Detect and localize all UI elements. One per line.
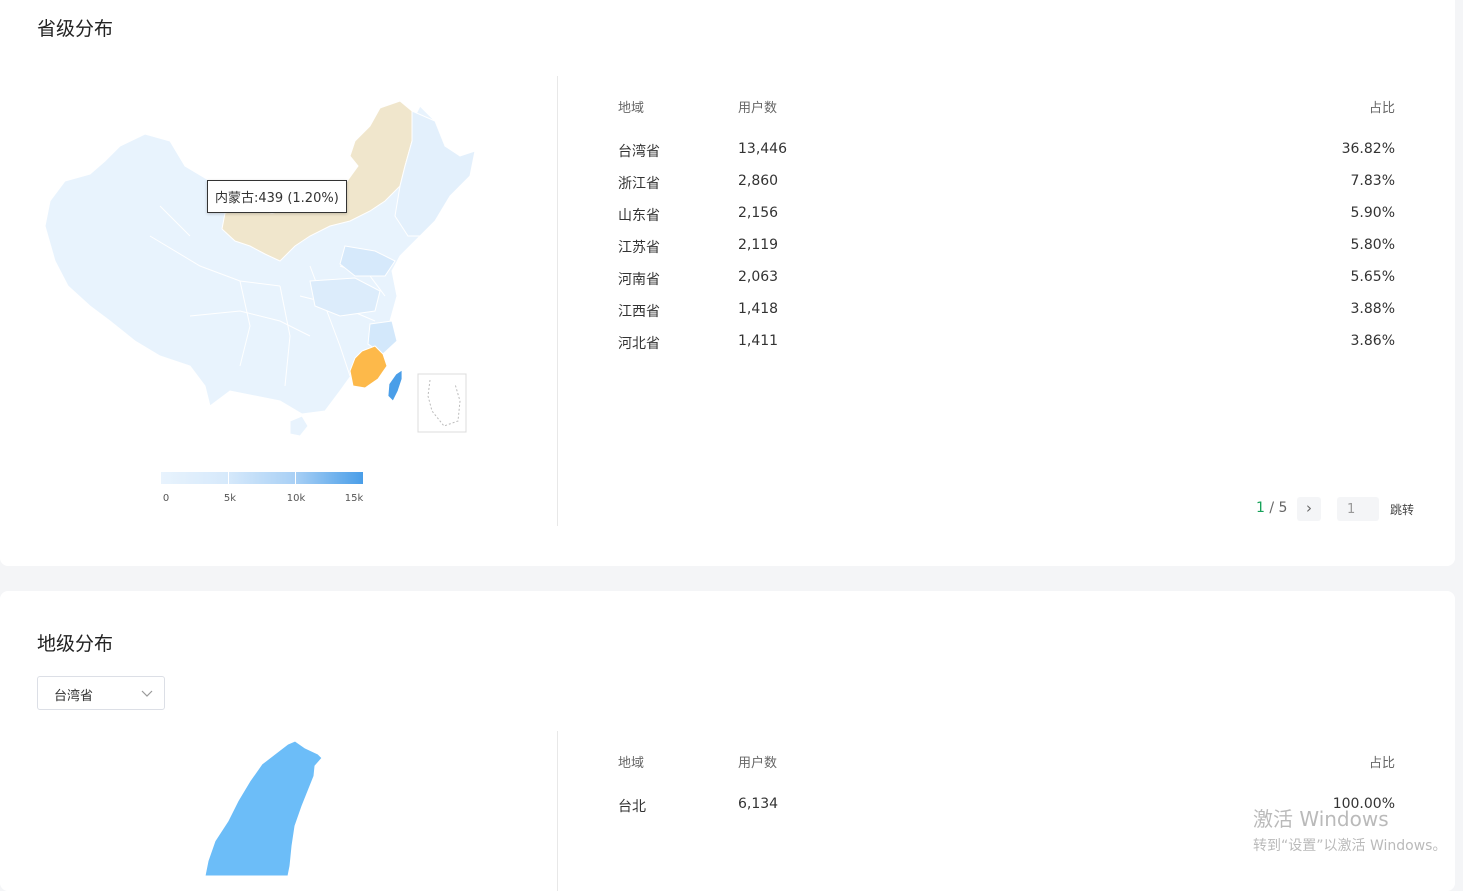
province-select-value: 台湾省 [54, 689, 94, 704]
city-distribution-card: 地级分布 台湾省 地域 用户数 占比 台北 6,134 100.00% [0, 591, 1455, 891]
row-users: 2,156 [738, 205, 779, 221]
map-tooltip: 内蒙古:439 (1.20%) [207, 180, 347, 213]
table-row: 台湾省 13,446 36.82% [618, 141, 1395, 173]
header-pct: 占比 [1368, 101, 1395, 116]
row-region: 河南省 [618, 272, 660, 288]
page-count: 1 / 5 [1256, 500, 1287, 516]
header-region: 地域 [618, 101, 645, 116]
legend-tick: 10k [286, 493, 306, 504]
province-section-title: 省级分布 [37, 18, 114, 40]
row-region: 浙江省 [618, 176, 660, 192]
header-region: 地域 [618, 756, 645, 771]
legend-color-scale[interactable] [161, 472, 363, 484]
row-pct: 36.82% [1341, 141, 1395, 157]
row-users: 1,418 [738, 301, 779, 317]
table-row: 江西省 1,418 3.88% [618, 301, 1395, 333]
row-pct: 7.83% [1350, 173, 1395, 189]
next-page-button[interactable]: › [1297, 497, 1321, 521]
row-region: 台湾省 [618, 144, 660, 160]
row-users: 1,411 [738, 333, 779, 349]
row-pct: 3.86% [1350, 333, 1395, 349]
row-users: 6,134 [738, 796, 779, 812]
province-taiwan[interactable] [387, 369, 403, 402]
watermark-line2: 转到“设置”以激活 Windows。 [1253, 838, 1447, 854]
city-section-title: 地级分布 [37, 633, 114, 655]
row-users: 2,119 [738, 237, 779, 253]
section-divider [557, 731, 558, 891]
row-pct: 5.65% [1350, 269, 1395, 285]
row-region: 山东省 [618, 208, 660, 224]
table-row: 河南省 2,063 5.65% [618, 269, 1395, 301]
legend-ticks: 0 5k 10k 15k [161, 493, 363, 507]
watermark-line1: 激活 Windows [1253, 807, 1389, 831]
province-hainan[interactable] [289, 415, 309, 437]
header-pct: 占比 [1368, 756, 1395, 771]
row-region: 江西省 [618, 304, 660, 320]
row-users: 13,446 [738, 141, 787, 157]
section-divider [557, 76, 558, 526]
row-region: 河北省 [618, 336, 660, 352]
table-header: 地域 用户数 占比 [618, 752, 1395, 796]
legend-tick: 15k [344, 493, 364, 504]
jump-button[interactable]: 跳转 [1390, 501, 1414, 518]
taiwan-city-map[interactable] [190, 736, 340, 876]
china-province-map[interactable] [40, 96, 490, 446]
row-pct: 3.88% [1350, 301, 1395, 317]
total-pages: / 5 [1269, 500, 1288, 516]
row-users: 2,063 [738, 269, 779, 285]
legend-tick: 0 [162, 493, 170, 504]
table-row: 山东省 2,156 5.90% [618, 205, 1395, 237]
header-users: 用户数 [738, 756, 778, 771]
table-row: 江苏省 2,119 5.80% [618, 237, 1395, 269]
header-users: 用户数 [738, 101, 778, 116]
table-row: 浙江省 2,860 7.83% [618, 173, 1395, 205]
row-region: 江苏省 [618, 240, 660, 256]
province-table: 地域 用户数 占比 台湾省 13,446 36.82% 浙江省 2,860 7.… [618, 97, 1395, 365]
province-distribution-card: 省级分布 内蒙古:439 (1.20%) 0 5k 10k 15k 地域 用户数… [0, 0, 1455, 566]
row-pct: 5.80% [1350, 237, 1395, 253]
current-page: 1 [1256, 500, 1265, 516]
chevron-down-icon [141, 690, 153, 697]
south-china-sea-inset [417, 373, 467, 433]
page-jump-input[interactable] [1337, 497, 1379, 521]
map-legend[interactable]: 0 5k 10k 15k [161, 472, 363, 507]
row-region: 台北 [618, 799, 646, 815]
chevron-right-icon: › [1306, 499, 1312, 517]
legend-tick: 5k [223, 493, 237, 504]
city-region-taipei[interactable] [204, 740, 323, 876]
province-select[interactable]: 台湾省 [37, 676, 165, 710]
row-pct: 5.90% [1350, 205, 1395, 221]
row-users: 2,860 [738, 173, 779, 189]
table-header: 地域 用户数 占比 [618, 97, 1395, 141]
table-row: 河北省 1,411 3.86% [618, 333, 1395, 365]
windows-activation-watermark: 激活 Windows 转到“设置”以激活 Windows。 [1253, 803, 1446, 855]
legend-separator [228, 472, 229, 484]
legend-separator [295, 472, 296, 484]
